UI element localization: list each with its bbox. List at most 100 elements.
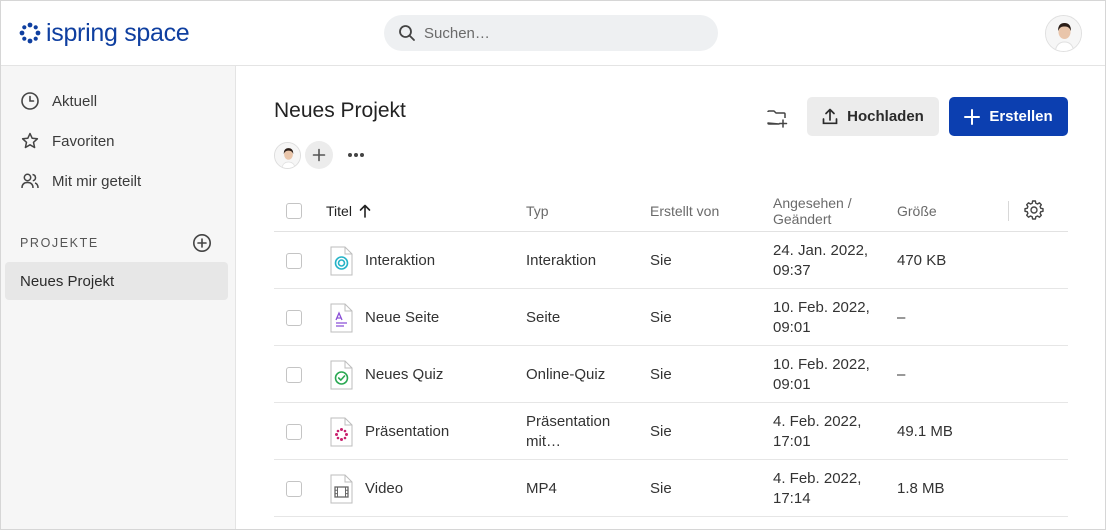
plus-circle-icon	[193, 234, 211, 252]
avatar-photo-icon	[275, 142, 300, 168]
brand-name: ispring space	[46, 18, 190, 47]
project-label: Neues Projekt	[20, 272, 115, 290]
star-icon	[20, 131, 40, 151]
row-checkbox[interactable]	[286, 423, 302, 440]
create-button-label: Erstellen	[989, 108, 1053, 125]
interaction-file-icon	[330, 246, 353, 275]
column-header-title[interactable]: Titel	[326, 189, 371, 232]
logo[interactable]: ispring space	[19, 17, 190, 49]
seen-cell: 10. Feb. 2022, 09:01	[773, 355, 870, 393]
sidebar-item-label: Mit mir geteilt	[52, 172, 142, 190]
column-header-size[interactable]: Größe	[897, 189, 937, 232]
search-icon	[399, 25, 415, 41]
add-member-button[interactable]	[305, 141, 333, 169]
size-cell: 49.1 MB	[897, 422, 953, 440]
column-seen-label: Angesehen / Geändert	[773, 194, 852, 227]
new-folder-button[interactable]	[762, 103, 792, 133]
seen-cell: 4. Feb. 2022, 17:14	[773, 469, 862, 507]
title-cell[interactable]: Video	[329, 460, 403, 517]
page-title: Neues Projekt	[274, 99, 406, 122]
table-row[interactable]: Interaktion Interaktion Sie 24. Jan. 202…	[274, 232, 1068, 289]
column-title-label: Titel	[326, 202, 352, 219]
row-select-cell	[286, 346, 302, 403]
file-title: Video	[365, 479, 404, 497]
avatar-photo-icon	[1046, 16, 1081, 51]
sidebar-item-label: Aktuell	[52, 92, 98, 110]
row-select-cell	[286, 232, 302, 289]
type-cell: Interaktion	[526, 251, 597, 269]
table-row[interactable]: Video MP4 Sie 4. Feb. 2022, 17:14 1.8 MB	[274, 460, 1068, 517]
gear-icon	[1024, 200, 1044, 220]
title-cell[interactable]: Neues Quiz	[329, 346, 443, 403]
presentation-file-icon	[330, 417, 353, 446]
quiz-file-icon	[330, 360, 353, 389]
column-header-type[interactable]: Typ	[526, 189, 549, 232]
video-file-icon	[330, 474, 353, 503]
column-author-label: Erstellt von	[650, 202, 720, 219]
row-select-cell	[286, 460, 302, 517]
column-size-label: Größe	[897, 202, 937, 219]
type-cell: MP4	[526, 479, 557, 497]
column-divider	[1008, 201, 1009, 221]
files-table: Titel Typ Erstellt von Angesehen / Geänd…	[274, 189, 1068, 517]
table-header: Titel Typ Erstellt von Angesehen / Geänd…	[274, 189, 1068, 232]
users-icon	[20, 171, 40, 191]
plus-icon	[312, 148, 326, 162]
search-input[interactable]	[424, 24, 704, 42]
folder-plus-icon	[767, 110, 788, 128]
upload-icon	[822, 108, 838, 125]
row-checkbox[interactable]	[286, 309, 302, 326]
column-header-seen[interactable]: Angesehen / Geändert	[773, 189, 873, 232]
row-checkbox[interactable]	[286, 366, 302, 383]
row-select-cell	[286, 289, 302, 346]
title-cell[interactable]: Neue Seite	[329, 289, 439, 346]
member-avatar[interactable]	[274, 141, 301, 169]
column-header-author[interactable]: Erstellt von	[650, 189, 719, 232]
row-select-cell	[286, 403, 302, 460]
title-cell[interactable]: Präsentation	[329, 403, 449, 460]
project-members	[274, 141, 367, 169]
sidebar-item-label: Favoriten	[52, 132, 115, 150]
upload-button[interactable]: Hochladen	[807, 97, 939, 136]
seen-cell: 4. Feb. 2022, 17:01	[773, 412, 862, 450]
type-cell: Seite	[526, 308, 561, 326]
page-file-icon	[330, 303, 353, 332]
projects-section-label: PROJEKTE	[20, 236, 99, 250]
size-cell: 1.8 MB	[897, 479, 945, 497]
plus-icon	[964, 108, 981, 125]
file-title: Neues Quiz	[365, 365, 444, 383]
seen-cell: 10. Feb. 2022, 09:01	[773, 298, 870, 336]
file-title: Präsentation	[365, 422, 450, 440]
select-all-cell	[286, 189, 302, 232]
table-row[interactable]: Neue Seite Seite Sie 10. Feb. 2022, 09:0…	[274, 289, 1068, 346]
sidebar-item-shared[interactable]: Mit mir geteilt	[20, 169, 141, 193]
title-cell[interactable]: Interaktion	[329, 232, 435, 289]
column-type-label: Typ	[526, 202, 549, 219]
row-checkbox[interactable]	[286, 252, 302, 269]
create-button[interactable]: Erstellen	[949, 97, 1068, 136]
add-project-button[interactable]	[192, 233, 212, 253]
seen-cell: 24. Jan. 2022, 09:37	[773, 241, 869, 279]
file-title: Neue Seite	[365, 308, 440, 326]
table-settings-button[interactable]	[1024, 200, 1044, 220]
ispring-logo-icon	[19, 22, 41, 44]
author-cell: Sie	[650, 422, 672, 440]
sidebar-item-recent[interactable]: Aktuell	[20, 89, 97, 113]
top-bar: ispring space	[1, 1, 1105, 66]
type-cell: Präsentation mit…	[526, 412, 611, 450]
author-cell: Sie	[650, 308, 672, 326]
row-checkbox[interactable]	[286, 480, 302, 497]
select-all-checkbox[interactable]	[286, 202, 302, 219]
sidebar-item-favorites[interactable]: Favoriten	[20, 129, 115, 153]
size-cell: 470 KB	[897, 251, 947, 269]
file-title: Interaktion	[365, 251, 436, 269]
sort-ascending-icon	[359, 204, 371, 218]
table-row[interactable]: Neues Quiz Online-Quiz Sie 10. Feb. 2022…	[274, 346, 1068, 403]
table-row[interactable]: Präsentation Präsentation mit… Sie 4. Fe…	[274, 403, 1068, 460]
more-options-button[interactable]	[345, 144, 367, 166]
sidebar-project-item[interactable]: Neues Projekt	[5, 262, 228, 300]
clock-icon	[20, 91, 40, 111]
user-avatar[interactable]	[1045, 15, 1082, 52]
search-box[interactable]	[384, 15, 718, 51]
type-cell: Online-Quiz	[526, 365, 606, 383]
